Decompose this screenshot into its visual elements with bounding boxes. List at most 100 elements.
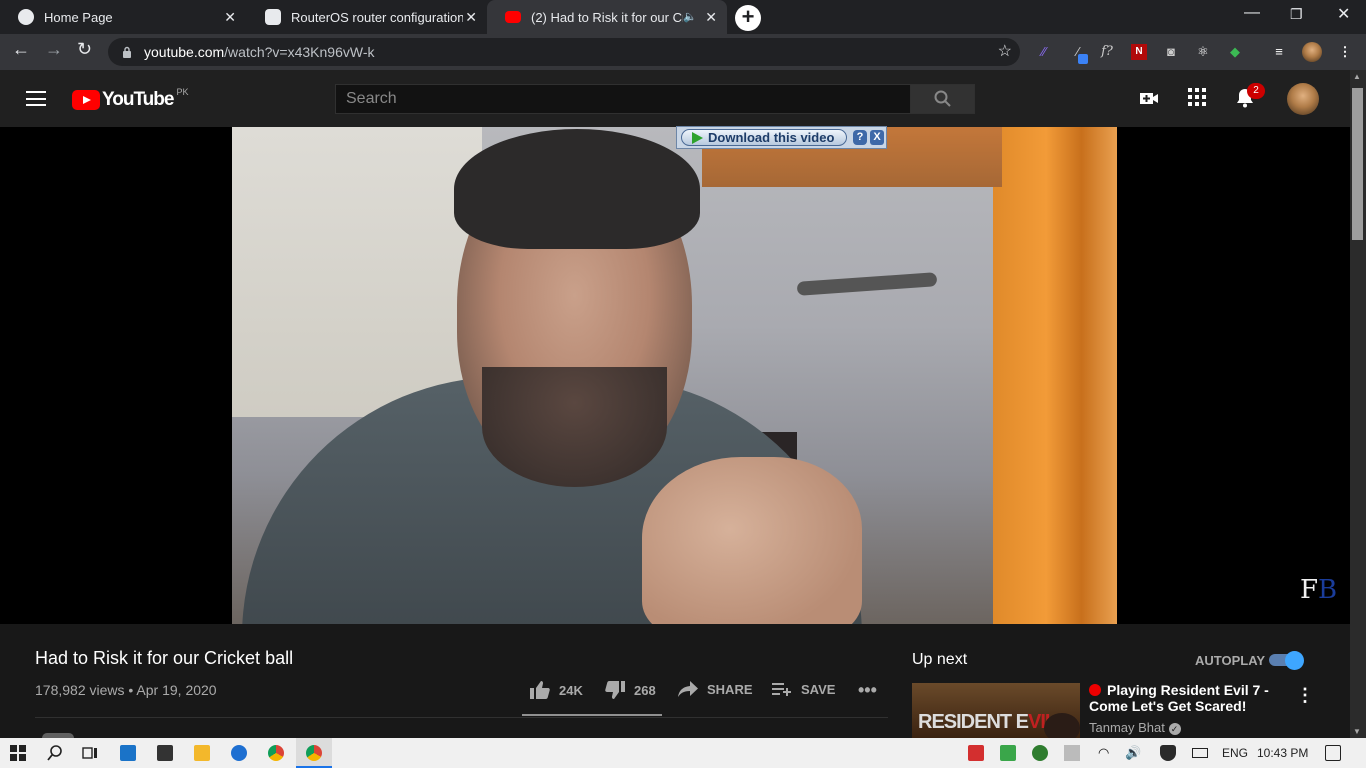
browser-tab-strip: Home Page ✕ RouterOS router configuratio… — [0, 0, 1366, 34]
download-video-button[interactable]: Download this video — [681, 129, 847, 146]
camera-icon[interactable]: ◙ — [1163, 44, 1179, 60]
like-count: 24K — [559, 682, 583, 698]
windows-taskbar: ◠ 🔊 ENG 10:43 PM — [0, 738, 1366, 768]
bookmark-star-icon[interactable]: ☆ — [998, 41, 1012, 61]
video-person-beard — [482, 367, 667, 487]
profile-avatar[interactable] — [1302, 42, 1322, 62]
save-button[interactable]: SAVE — [772, 681, 835, 697]
close-icon[interactable]: ✕ — [224, 9, 236, 26]
back-icon[interactable]: ← — [12, 39, 30, 60]
extension-icon[interactable]: ∕∕ — [1036, 44, 1052, 60]
font-ninja-icon[interactable]: f? — [1099, 44, 1115, 60]
thumbnail-title-art: RESIDENT EVIL — [918, 711, 1057, 733]
close-icon[interactable]: ✕ — [465, 9, 477, 26]
user-avatar[interactable] — [1287, 83, 1319, 115]
url-text: youtube.com/watch?v=x43Kn96vW-k — [144, 44, 375, 60]
volume-icon[interactable]: 🔊 — [1125, 745, 1141, 761]
react-devtools-icon[interactable]: ⚛ — [1195, 44, 1211, 60]
share-button[interactable]: SHARE — [678, 681, 753, 697]
tab-title: RouterOS router configuration pa — [291, 9, 463, 25]
apps-grid-icon[interactable] — [1188, 88, 1206, 106]
scroll-up-icon[interactable]: ▲ — [1353, 72, 1361, 81]
chrome-active-taskbar-button[interactable] — [296, 738, 332, 768]
windows-start-icon[interactable] — [10, 745, 26, 761]
mail-icon[interactable] — [120, 745, 136, 761]
tab-home-page[interactable]: Home Page ✕ — [0, 0, 246, 34]
store-icon[interactable] — [157, 745, 173, 761]
scroll-down-icon[interactable]: ▼ — [1353, 727, 1361, 736]
save-label: SAVE — [801, 681, 836, 697]
video-frame[interactable] — [232, 127, 1117, 624]
video-person-hand — [642, 457, 862, 624]
watermark-letter-b: B — [1318, 575, 1338, 605]
browser-menu-icon[interactable]: ⋮ — [1337, 44, 1353, 60]
chrome-icon — [306, 745, 322, 761]
verified-check-icon: ✓ — [1168, 723, 1181, 735]
logo-wordmark: YouTube — [102, 89, 174, 110]
close-download-bar-button[interactable]: X — [870, 130, 884, 145]
tray-globe-icon[interactable] — [1032, 745, 1048, 761]
tab-routeros[interactable]: RouterOS router configuration pa ✕ — [247, 0, 487, 34]
dislike-button[interactable]: 268 — [605, 681, 656, 699]
tray-app-icon[interactable] — [968, 745, 984, 761]
reload-icon[interactable]: ↻ — [77, 39, 92, 60]
more-actions-icon[interactable]: ••• — [858, 680, 877, 701]
autoplay-toggle[interactable] — [1269, 651, 1305, 670]
file-explorer-icon[interactable] — [194, 745, 210, 761]
browser-toolbar: ← → ↻ youtube.com/watch?v=x43Kn96vW-k ☆ … — [0, 34, 1366, 70]
search-icon[interactable] — [47, 745, 63, 761]
video-player[interactable] — [0, 127, 1350, 624]
netflix-extension-icon[interactable]: N — [1131, 44, 1147, 60]
action-center-icon[interactable] — [1325, 745, 1341, 761]
video-background-wall — [232, 127, 482, 417]
minimize-icon[interactable]: — — [1244, 4, 1260, 22]
download-video-bar: Download this video ? X — [676, 126, 887, 149]
dislike-count: 268 — [634, 682, 656, 698]
tray-check-icon[interactable] — [1000, 745, 1016, 761]
task-view-icon[interactable] — [82, 745, 98, 761]
youtube-masthead: YouTube PK — [0, 70, 1350, 127]
share-arrow-icon — [678, 681, 698, 697]
system-clock[interactable]: 10:43 PM — [1257, 746, 1308, 760]
youtube-logo[interactable]: YouTube PK — [72, 87, 188, 111]
edge-icon[interactable] — [231, 745, 247, 761]
language-indicator[interactable]: ENG — [1222, 746, 1248, 760]
hamburger-menu-icon[interactable] — [26, 91, 46, 106]
window-close-icon[interactable]: ✕ — [1337, 4, 1350, 24]
up-next-title[interactable]: Playing Resident Evil 7 - Come Let's Get… — [1089, 682, 1279, 714]
like-button[interactable]: 24K — [530, 681, 583, 699]
new-tab-button[interactable]: + — [735, 5, 761, 31]
playlist-add-icon — [772, 683, 791, 696]
restore-icon[interactable]: ❐ — [1290, 6, 1303, 23]
lock-icon[interactable] — [122, 46, 132, 58]
search-input[interactable] — [336, 85, 911, 113]
wifi-icon[interactable]: ◠ — [1098, 745, 1114, 761]
up-next-channel[interactable]: Tanmay Bhat ✓ — [1089, 720, 1181, 735]
security-shield-icon[interactable] — [1160, 745, 1176, 761]
autoplay-label: AUTOPLAY — [1195, 653, 1266, 668]
forward-icon[interactable]: → — [45, 39, 63, 60]
more-options-icon[interactable]: ⋮ — [1296, 685, 1314, 706]
help-button[interactable]: ? — [853, 130, 867, 145]
share-label: SHARE — [707, 681, 753, 697]
video-title: Had to Risk it for our Cricket ball — [35, 648, 294, 668]
tab-title: Home Page — [44, 9, 113, 25]
tab-youtube-video[interactable]: (2) Had to Risk it for our Crick 🔈 ✕ — [487, 0, 727, 34]
like-dislike-ratio-bar — [522, 714, 662, 716]
scrollbar-thumb[interactable] — [1352, 88, 1363, 240]
address-bar[interactable]: youtube.com/watch?v=x43Kn96vW-k ☆ — [108, 38, 1020, 66]
close-icon[interactable]: ✕ — [705, 9, 717, 26]
media-control-icon[interactable]: ≡ — [1271, 44, 1287, 60]
search-button[interactable] — [910, 84, 975, 114]
vpn-extension-icon[interactable]: ◆ — [1227, 44, 1243, 60]
channel-watermark[interactable]: FB — [1300, 575, 1337, 605]
chrome-icon[interactable] — [268, 745, 284, 761]
tray-device-icon[interactable] — [1064, 745, 1080, 761]
audio-playing-icon[interactable]: 🔈 — [683, 10, 697, 23]
divider — [35, 717, 888, 718]
create-video-icon[interactable] — [1139, 88, 1159, 108]
thumbnail-face — [1044, 713, 1080, 738]
up-next-thumbnail[interactable]: RESIDENT EVIL — [912, 683, 1080, 738]
battery-power-icon[interactable] — [1192, 748, 1208, 758]
like-ratio-fill — [522, 714, 661, 716]
